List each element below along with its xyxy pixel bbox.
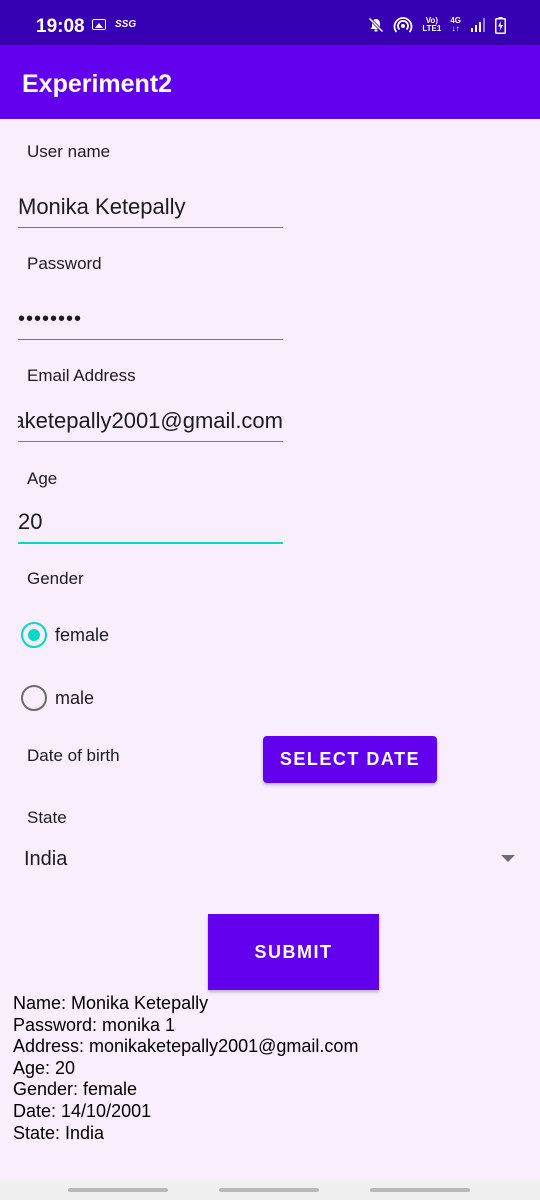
app-bar: Experiment2 [0, 45, 540, 119]
dob-label: Date of birth [27, 746, 120, 765]
status-time: 19:08 [36, 16, 85, 37]
output-line: Age: 20 [13, 1057, 76, 1078]
network-arrows-icon: ↓↑ [451, 24, 460, 33]
status-bar: 19:08 SSG Vo) LTE1 4G ↓↑ [0, 0, 540, 45]
output-line: Name: Monika Ketepally [13, 993, 209, 1013]
network-icon: 4G ↓↑ [450, 17, 461, 33]
email-input[interactable]: monikaketepally2001@gmail.com [18, 401, 283, 442]
nav-recents-handle[interactable] [370, 1188, 470, 1192]
gender-female-label[interactable]: female [55, 625, 109, 646]
username-label: User name [27, 142, 111, 161]
volte-bottom-label: LTE1 [422, 24, 442, 33]
gender-radio-female[interactable] [21, 622, 47, 648]
gender-radio-male[interactable] [21, 685, 47, 711]
password-input[interactable]: •••••••• [18, 299, 283, 340]
age-label: Age [27, 469, 58, 488]
username-input[interactable]: Monika Ketepally [18, 187, 283, 228]
gender-label: Gender [27, 569, 84, 588]
carrier-label: SSG [115, 19, 137, 30]
output-summary: Name: Monika Ketepally Password: monika … [13, 993, 358, 1144]
output-line: Date: 14/10/2001 [13, 1100, 152, 1121]
battery-icon [495, 16, 506, 34]
email-input-text: monikaketepally2001@gmail.com [18, 408, 283, 433]
state-label: State [27, 808, 67, 827]
hotspot-icon [394, 17, 413, 33]
email-label: Email Address [27, 366, 136, 385]
output-line: Address: monikaketepally2001@gmail.com [13, 1036, 359, 1057]
gender-male-label[interactable]: male [55, 688, 94, 709]
password-label: Password [27, 254, 102, 273]
nav-back-handle[interactable] [68, 1188, 168, 1192]
signal-icon [471, 18, 485, 32]
output-line: State: India [13, 1122, 105, 1143]
submit-button[interactable]: SUBMIT [208, 914, 379, 990]
image-icon [92, 19, 106, 30]
output-line: Password: monika 1 [13, 1014, 176, 1035]
status-icons: Vo) LTE1 4G ↓↑ [368, 14, 506, 36]
state-spinner[interactable] [18, 840, 523, 880]
dropdown-arrow-icon[interactable] [501, 855, 515, 862]
state-spinner-value[interactable]: India [24, 848, 67, 871]
output-line: Gender: female [13, 1079, 138, 1100]
select-date-button[interactable]: SELECT DATE [263, 736, 437, 783]
nav-home-handle[interactable] [219, 1188, 319, 1192]
app-title: Experiment2 [22, 70, 173, 98]
volte-icon: Vo) LTE1 [422, 17, 441, 33]
navigation-bar [0, 1180, 540, 1200]
age-input[interactable]: 20 [18, 502, 283, 544]
mute-icon [368, 17, 384, 33]
